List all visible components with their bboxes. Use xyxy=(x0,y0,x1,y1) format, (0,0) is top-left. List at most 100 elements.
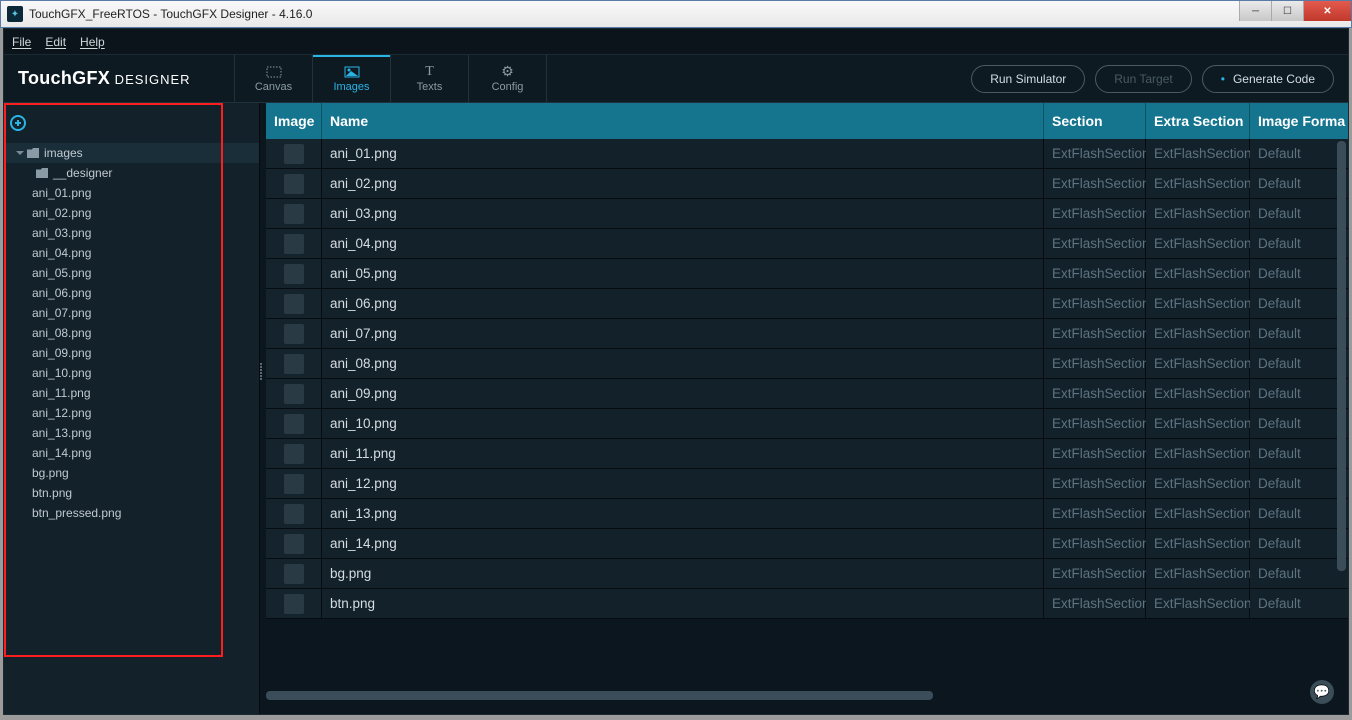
td-extra-section: ExtFlashSection xyxy=(1146,589,1250,618)
tree-file[interactable]: ani_13.png xyxy=(4,423,259,443)
tree-folder-images[interactable]: images xyxy=(4,143,259,163)
table-row[interactable]: ani_03.pngExtFlashSectionExtFlashSection… xyxy=(266,199,1348,229)
minimize-button[interactable]: ─ xyxy=(1239,1,1271,21)
logo: TouchGFX DESIGNER xyxy=(4,55,234,102)
run-simulator-button[interactable]: Run Simulator xyxy=(971,65,1085,93)
th-image[interactable]: Image xyxy=(266,103,322,139)
tree-file[interactable]: ani_07.png xyxy=(4,303,259,323)
td-name: ani_09.png xyxy=(322,379,1044,408)
td-name: ani_06.png xyxy=(322,289,1044,318)
td-thumb xyxy=(266,409,322,438)
close-button[interactable]: ✕ xyxy=(1303,1,1351,21)
tab-texts[interactable]: T Texts xyxy=(391,55,469,102)
tree-file[interactable]: ani_10.png xyxy=(4,363,259,383)
tab-config-label: Config xyxy=(492,81,524,93)
generate-code-button[interactable]: Generate Code xyxy=(1202,65,1334,93)
table-row[interactable]: ani_02.pngExtFlashSectionExtFlashSection… xyxy=(266,169,1348,199)
tree-file[interactable]: btn.png xyxy=(4,483,259,503)
td-format: Default xyxy=(1250,259,1348,288)
td-thumb xyxy=(266,439,322,468)
td-format: Default xyxy=(1250,559,1348,588)
td-extra-section: ExtFlashSection xyxy=(1146,529,1250,558)
tree-file[interactable]: btn_pressed.png xyxy=(4,503,259,523)
td-section: ExtFlashSection xyxy=(1044,319,1146,348)
td-name: ani_04.png xyxy=(322,229,1044,258)
td-section: ExtFlashSection xyxy=(1044,559,1146,588)
tree-file[interactable]: ani_01.png xyxy=(4,183,259,203)
vertical-scroll-thumb[interactable] xyxy=(1337,141,1346,571)
logo-brand: TouchGFX xyxy=(18,68,110,88)
tab-config[interactable]: ⚙ Config xyxy=(469,55,547,102)
td-thumb xyxy=(266,139,322,168)
tree-folder-designer[interactable]: __designer xyxy=(4,163,259,183)
gear-icon: ⚙ xyxy=(500,65,516,79)
table-row[interactable]: ani_08.pngExtFlashSectionExtFlashSection… xyxy=(266,349,1348,379)
table-row[interactable]: btn.pngExtFlashSectionExtFlashSectionDef… xyxy=(266,589,1348,619)
th-extra-section[interactable]: Extra Section xyxy=(1146,103,1250,139)
thumbnail-icon xyxy=(284,384,304,404)
tree-file[interactable]: bg.png xyxy=(4,463,259,483)
tree-file[interactable]: ani_05.png xyxy=(4,263,259,283)
td-name: ani_08.png xyxy=(322,349,1044,378)
th-section[interactable]: Section xyxy=(1044,103,1146,139)
table-body: ani_01.pngExtFlashSectionExtFlashSection… xyxy=(266,139,1348,684)
table-row[interactable]: bg.pngExtFlashSectionExtFlashSectionDefa… xyxy=(266,559,1348,589)
td-thumb xyxy=(266,319,322,348)
window-controls: ─ ☐ ✕ xyxy=(1239,1,1351,21)
horizontal-scrollbar[interactable] xyxy=(266,691,1342,700)
menu-edit[interactable]: Edit xyxy=(45,35,66,49)
td-section: ExtFlashSection xyxy=(1044,259,1146,288)
tree-file[interactable]: ani_03.png xyxy=(4,223,259,243)
table-header: Image Name Section Extra Section Image F… xyxy=(266,103,1348,139)
table-row[interactable]: ani_11.pngExtFlashSectionExtFlashSection… xyxy=(266,439,1348,469)
table-row[interactable]: ani_14.pngExtFlashSectionExtFlashSection… xyxy=(266,529,1348,559)
table-row[interactable]: ani_13.pngExtFlashSectionExtFlashSection… xyxy=(266,499,1348,529)
td-section: ExtFlashSection xyxy=(1044,469,1146,498)
th-image-format[interactable]: Image Forma xyxy=(1250,103,1348,139)
tree-file[interactable]: ani_04.png xyxy=(4,243,259,263)
feedback-bubble-icon[interactable]: 💬 xyxy=(1310,680,1334,704)
td-extra-section: ExtFlashSection xyxy=(1146,559,1250,588)
td-name: ani_03.png xyxy=(322,199,1044,228)
td-thumb xyxy=(266,499,322,528)
tab-images[interactable]: Images xyxy=(313,55,391,102)
run-target-button[interactable]: Run Target xyxy=(1095,65,1191,93)
td-extra-section: ExtFlashSection xyxy=(1146,289,1250,318)
td-section: ExtFlashSection xyxy=(1044,589,1146,618)
splitter-handle[interactable] xyxy=(260,363,265,383)
table-row[interactable]: ani_04.pngExtFlashSectionExtFlashSection… xyxy=(266,229,1348,259)
horizontal-scroll-thumb[interactable] xyxy=(266,691,933,700)
td-section: ExtFlashSection xyxy=(1044,349,1146,378)
table-row[interactable]: ani_09.pngExtFlashSectionExtFlashSection… xyxy=(266,379,1348,409)
toolbar: TouchGFX DESIGNER Canvas Images T Texts … xyxy=(4,55,1348,103)
thumbnail-icon xyxy=(284,144,304,164)
td-extra-section: ExtFlashSection xyxy=(1146,229,1250,258)
menu-file[interactable]: File xyxy=(12,35,31,49)
logo-suffix: DESIGNER xyxy=(110,72,191,87)
vertical-scrollbar[interactable] xyxy=(1337,141,1346,682)
tree-file[interactable]: ani_02.png xyxy=(4,203,259,223)
menu-help[interactable]: Help xyxy=(80,35,105,49)
tree-file[interactable]: ani_12.png xyxy=(4,403,259,423)
tab-canvas[interactable]: Canvas xyxy=(235,55,313,102)
tree-file[interactable]: ani_14.png xyxy=(4,443,259,463)
td-name: ani_05.png xyxy=(322,259,1044,288)
td-section: ExtFlashSection xyxy=(1044,139,1146,168)
tree-file[interactable]: ani_09.png xyxy=(4,343,259,363)
chevron-down-icon xyxy=(16,151,24,155)
table-row[interactable]: ani_05.pngExtFlashSectionExtFlashSection… xyxy=(266,259,1348,289)
td-format: Default xyxy=(1250,409,1348,438)
th-name[interactable]: Name xyxy=(322,103,1044,139)
tree-file[interactable]: ani_08.png xyxy=(4,323,259,343)
maximize-button[interactable]: ☐ xyxy=(1271,1,1303,21)
tree-file[interactable]: ani_06.png xyxy=(4,283,259,303)
table-row[interactable]: ani_10.pngExtFlashSectionExtFlashSection… xyxy=(266,409,1348,439)
tree-file[interactable]: ani_11.png xyxy=(4,383,259,403)
td-format: Default xyxy=(1250,139,1348,168)
table-row[interactable]: ani_07.pngExtFlashSectionExtFlashSection… xyxy=(266,319,1348,349)
add-icon[interactable] xyxy=(10,115,26,131)
td-thumb xyxy=(266,199,322,228)
table-row[interactable]: ani_01.pngExtFlashSectionExtFlashSection… xyxy=(266,139,1348,169)
table-row[interactable]: ani_06.pngExtFlashSectionExtFlashSection… xyxy=(266,289,1348,319)
table-row[interactable]: ani_12.pngExtFlashSectionExtFlashSection… xyxy=(266,469,1348,499)
